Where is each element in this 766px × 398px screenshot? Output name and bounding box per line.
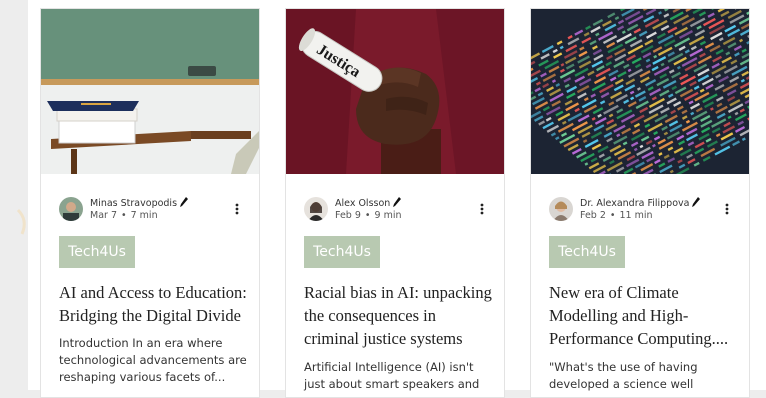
post-cover-image[interactable] — [41, 9, 260, 174]
category-tag[interactable]: Tech4Us — [549, 236, 625, 268]
read-time: 7 min — [131, 210, 158, 221]
post-title[interactable]: Racial bias in AI: unpacking the consequ… — [304, 281, 494, 350]
read-time: 9 min — [375, 210, 402, 221]
post-card[interactable]: Dr. Alexandra Filippova Feb 2•11 min Tec… — [530, 8, 750, 398]
post-title[interactable]: AI and Access to Education: Bridging the… — [59, 281, 249, 327]
pen-icon — [692, 197, 700, 207]
author-name[interactable]: Dr. Alexandra Filippova — [580, 197, 700, 209]
post-meta: Mar 7•7 min — [90, 210, 158, 221]
pen-icon — [180, 197, 188, 207]
author-avatar[interactable] — [549, 197, 573, 221]
author-row: Dr. Alexandra Filippova Feb 2•11 min — [549, 195, 735, 223]
post-meta: Feb 2•11 min — [580, 210, 653, 221]
category-tag[interactable]: Tech4Us — [59, 236, 135, 268]
more-vertical-icon[interactable] — [474, 201, 490, 217]
author-row: Minas Stravopodis Mar 7•7 min — [59, 195, 245, 223]
more-vertical-icon[interactable] — [229, 201, 245, 217]
author-name[interactable]: Alex Olsson — [335, 197, 401, 209]
more-vertical-icon[interactable] — [719, 201, 735, 217]
post-cover-image[interactable] — [531, 9, 750, 174]
post-excerpt: Introduction In an era where technologic… — [59, 335, 249, 386]
post-date: Feb 2 — [580, 210, 606, 221]
post-excerpt: "What's the use of having developed a sc… — [549, 359, 739, 393]
author-avatar[interactable] — [59, 197, 83, 221]
post-card[interactable]: Justiça Alex Olsson Feb 9•9 min Tech4Us … — [285, 8, 505, 398]
post-title[interactable]: New era of Climate Modelling and High-Pe… — [549, 281, 739, 350]
post-card[interactable]: Minas Stravopodis Mar 7•7 min Tech4Us AI… — [40, 8, 260, 398]
category-tag[interactable]: Tech4Us — [304, 236, 380, 268]
read-time: 11 min — [620, 210, 653, 221]
post-date: Feb 9 — [335, 210, 361, 221]
author-avatar[interactable] — [304, 197, 328, 221]
post-cover-image[interactable]: Justiça — [286, 9, 505, 174]
pen-icon — [393, 197, 401, 207]
post-date: Mar 7 — [90, 210, 117, 221]
author-name[interactable]: Minas Stravopodis — [90, 197, 188, 209]
post-excerpt: Artificial Intelligence (AI) isn't just … — [304, 359, 494, 393]
post-meta: Feb 9•9 min — [335, 210, 401, 221]
author-row: Alex Olsson Feb 9•9 min — [304, 195, 490, 223]
